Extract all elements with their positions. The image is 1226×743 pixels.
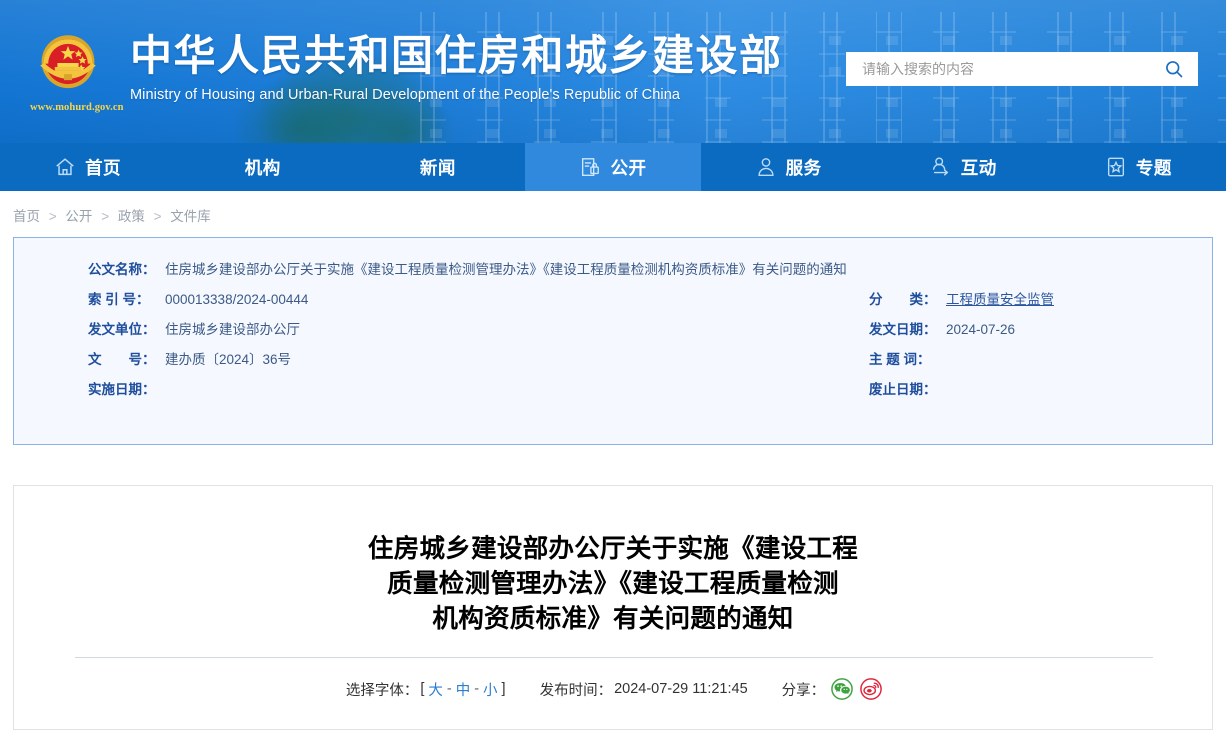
publish-time-label: 发布时间： — [539, 682, 613, 699]
metadata-value-issue-date: 2024-07-26 — [946, 322, 1016, 337]
nav-label-disclosure: 公开 — [610, 157, 647, 178]
wechat-icon[interactable] — [831, 678, 853, 700]
metadata-row-repeal-date: 废止日期： — [869, 382, 1214, 398]
publish-time-value: 2024-07-29 11:21:45 — [614, 681, 748, 697]
font-size-selector: 选择字体： [ 大 - 中 - 小 ] — [346, 679, 506, 700]
font-dash: - — [474, 681, 480, 697]
metadata-row-category: 分 类： 工程质量安全监管 — [869, 292, 1214, 308]
nav-item-disclosure[interactable]: 公开 — [525, 143, 701, 191]
metadata-label: 文 号： — [88, 352, 156, 367]
font-size-medium-button[interactable]: 中 — [454, 679, 473, 700]
metadata-value-issuing-unit: 住房城乡建设部办公厅 — [165, 322, 300, 337]
breadcrumb-item-2[interactable]: 政策 — [118, 209, 145, 224]
person-service-icon — [755, 156, 777, 178]
china-national-emblem-icon — [40, 35, 96, 89]
metadata-value-doc-name: 住房城乡建设部办公厅关于实施《建设工程质量检测管理办法》《建设工程质量检测机构资… — [165, 262, 847, 277]
metadata-row-index-number: 索 引 号： 000013338/2024-00444 — [88, 292, 848, 308]
font-size-small-button[interactable]: 小 — [481, 679, 500, 700]
search-button[interactable] — [1160, 55, 1188, 83]
metadata-row-subject-words: 主 题 词： — [869, 352, 1214, 368]
page-title-line-3: 机构资质标准》有关问题的通知 — [432, 605, 794, 633]
metadata-right-column: 分 类： 工程质量安全监管 发文日期： 2024-07-26 主 题 词： 废止… — [869, 292, 1214, 398]
document-toolbar: 选择字体： [ 大 - 中 - 小 ] 发布时间： 2024-07-29 11:… — [14, 678, 1214, 700]
page-title-line-1: 住房城乡建设部办公厅关于实施《建设工程 — [367, 535, 859, 563]
metadata-label: 索 引 号： — [88, 292, 150, 307]
metadata-label: 发文日期： — [869, 322, 937, 337]
metadata-value-index-number: 000013338/2024-00444 — [165, 292, 309, 307]
nav-item-news[interactable]: 新闻 — [350, 143, 525, 191]
search-icon — [1166, 61, 1183, 78]
site-branding: www.mohurd.gov.cn 中华人民共和国住房和城乡建设部 Minist… — [30, 22, 783, 113]
bracket-close: ] — [501, 681, 506, 697]
metadata-label: 废止日期： — [869, 382, 937, 397]
title-divider — [75, 657, 1153, 658]
metadata-label: 实施日期： — [88, 382, 156, 397]
nav-item-home[interactable]: 首页 — [0, 143, 175, 191]
nav-label-topics: 专题 — [1135, 157, 1172, 178]
nav-label-organization: 机构 — [244, 157, 281, 178]
star-box-icon — [1105, 156, 1127, 178]
breadcrumb: 首页 > 公开 > 政策 > 文件库 — [0, 191, 1226, 237]
main-navigation: 首页 机构 新闻 公开 服务 互动 专题 — [0, 143, 1226, 191]
nav-label-interaction: 互动 — [960, 157, 997, 178]
metadata-label: 发文单位： — [88, 322, 156, 337]
home-icon — [54, 156, 76, 178]
document-lock-icon — [579, 156, 601, 178]
metadata-row-doc-number: 文 号： 建办质〔2024〕36号 — [88, 352, 848, 368]
breadcrumb-item-0[interactable]: 首页 — [13, 209, 40, 224]
font-size-label: 选择字体： — [345, 682, 419, 699]
nav-item-service[interactable]: 服务 — [701, 143, 876, 191]
site-title-block: 中华人民共和国住房和城乡建设部 Ministry of Housing and … — [130, 22, 783, 103]
breadcrumb-separator: > — [153, 209, 162, 224]
share-group: 分享： — [782, 678, 883, 700]
nav-label-news: 新闻 — [419, 157, 456, 178]
breadcrumb-item-1[interactable]: 公开 — [65, 209, 92, 224]
metadata-row-issuing-unit: 发文单位： 住房城乡建设部办公厅 — [88, 322, 848, 338]
document-metadata-card: 公文名称： 住房城乡建设部办公厅关于实施《建设工程质量检测管理办法》《建设工程质… — [13, 237, 1213, 445]
metadata-row-issue-date: 发文日期： 2024-07-26 — [869, 322, 1214, 338]
nav-label-home: 首页 — [85, 157, 122, 178]
metadata-value-category[interactable]: 工程质量安全监管 — [942, 292, 1054, 308]
share-icons — [831, 678, 882, 700]
breadcrumb-separator: > — [48, 209, 57, 224]
site-url-text: www.mohurd.gov.cn — [30, 102, 124, 113]
nav-item-organization[interactable]: 机构 — [175, 143, 350, 191]
publish-time-group: 发布时间： 2024-07-29 11:21:45 — [540, 679, 748, 700]
emblem-wrap: www.mohurd.gov.cn — [30, 22, 124, 113]
metadata-row-effective-date: 实施日期： — [88, 382, 848, 398]
breadcrumb-separator: > — [101, 209, 110, 224]
site-title-en: Ministry of Housing and Urban-Rural Deve… — [130, 87, 681, 103]
font-size-large-button[interactable]: 大 — [426, 679, 445, 700]
site-title-cn: 中华人民共和国住房和城乡建设部 — [130, 32, 783, 79]
site-header: www.mohurd.gov.cn 中华人民共和国住房和城乡建设部 Minist… — [0, 0, 1226, 143]
metadata-label: 分 类： — [869, 292, 937, 307]
breadcrumb-item-3[interactable]: 文件库 — [170, 209, 211, 224]
nav-label-service: 服务 — [785, 157, 822, 178]
metadata-left-column: 公文名称： 住房城乡建设部办公厅关于实施《建设工程质量检测管理办法》《建设工程质… — [88, 262, 848, 398]
page-title: 住房城乡建设部办公厅关于实施《建设工程 质量检测管理办法》《建设工程质量检测 机… — [113, 532, 1113, 637]
metadata-label: 公文名称： — [88, 262, 156, 277]
person-exchange-icon — [930, 156, 952, 178]
metadata-row-doc-name: 公文名称： 住房城乡建设部办公厅关于实施《建设工程质量检测管理办法》《建设工程质… — [88, 262, 848, 278]
document-content-card: 住房城乡建设部办公厅关于实施《建设工程 质量检测管理办法》《建设工程质量检测 机… — [13, 485, 1213, 730]
nav-item-topics[interactable]: 专题 — [1051, 143, 1226, 191]
nav-item-interaction[interactable]: 互动 — [876, 143, 1051, 191]
search-input[interactable] — [860, 60, 1160, 78]
weibo-icon[interactable] — [860, 678, 882, 700]
bracket-open: [ — [420, 681, 425, 697]
share-label: 分享： — [781, 682, 826, 699]
font-dash: - — [446, 681, 452, 697]
metadata-label: 主 题 词： — [869, 352, 931, 367]
search-box[interactable] — [846, 52, 1198, 86]
metadata-value-doc-number: 建办质〔2024〕36号 — [165, 352, 292, 367]
page-title-line-2: 质量检测管理办法》《建设工程质量检测 — [387, 570, 839, 598]
